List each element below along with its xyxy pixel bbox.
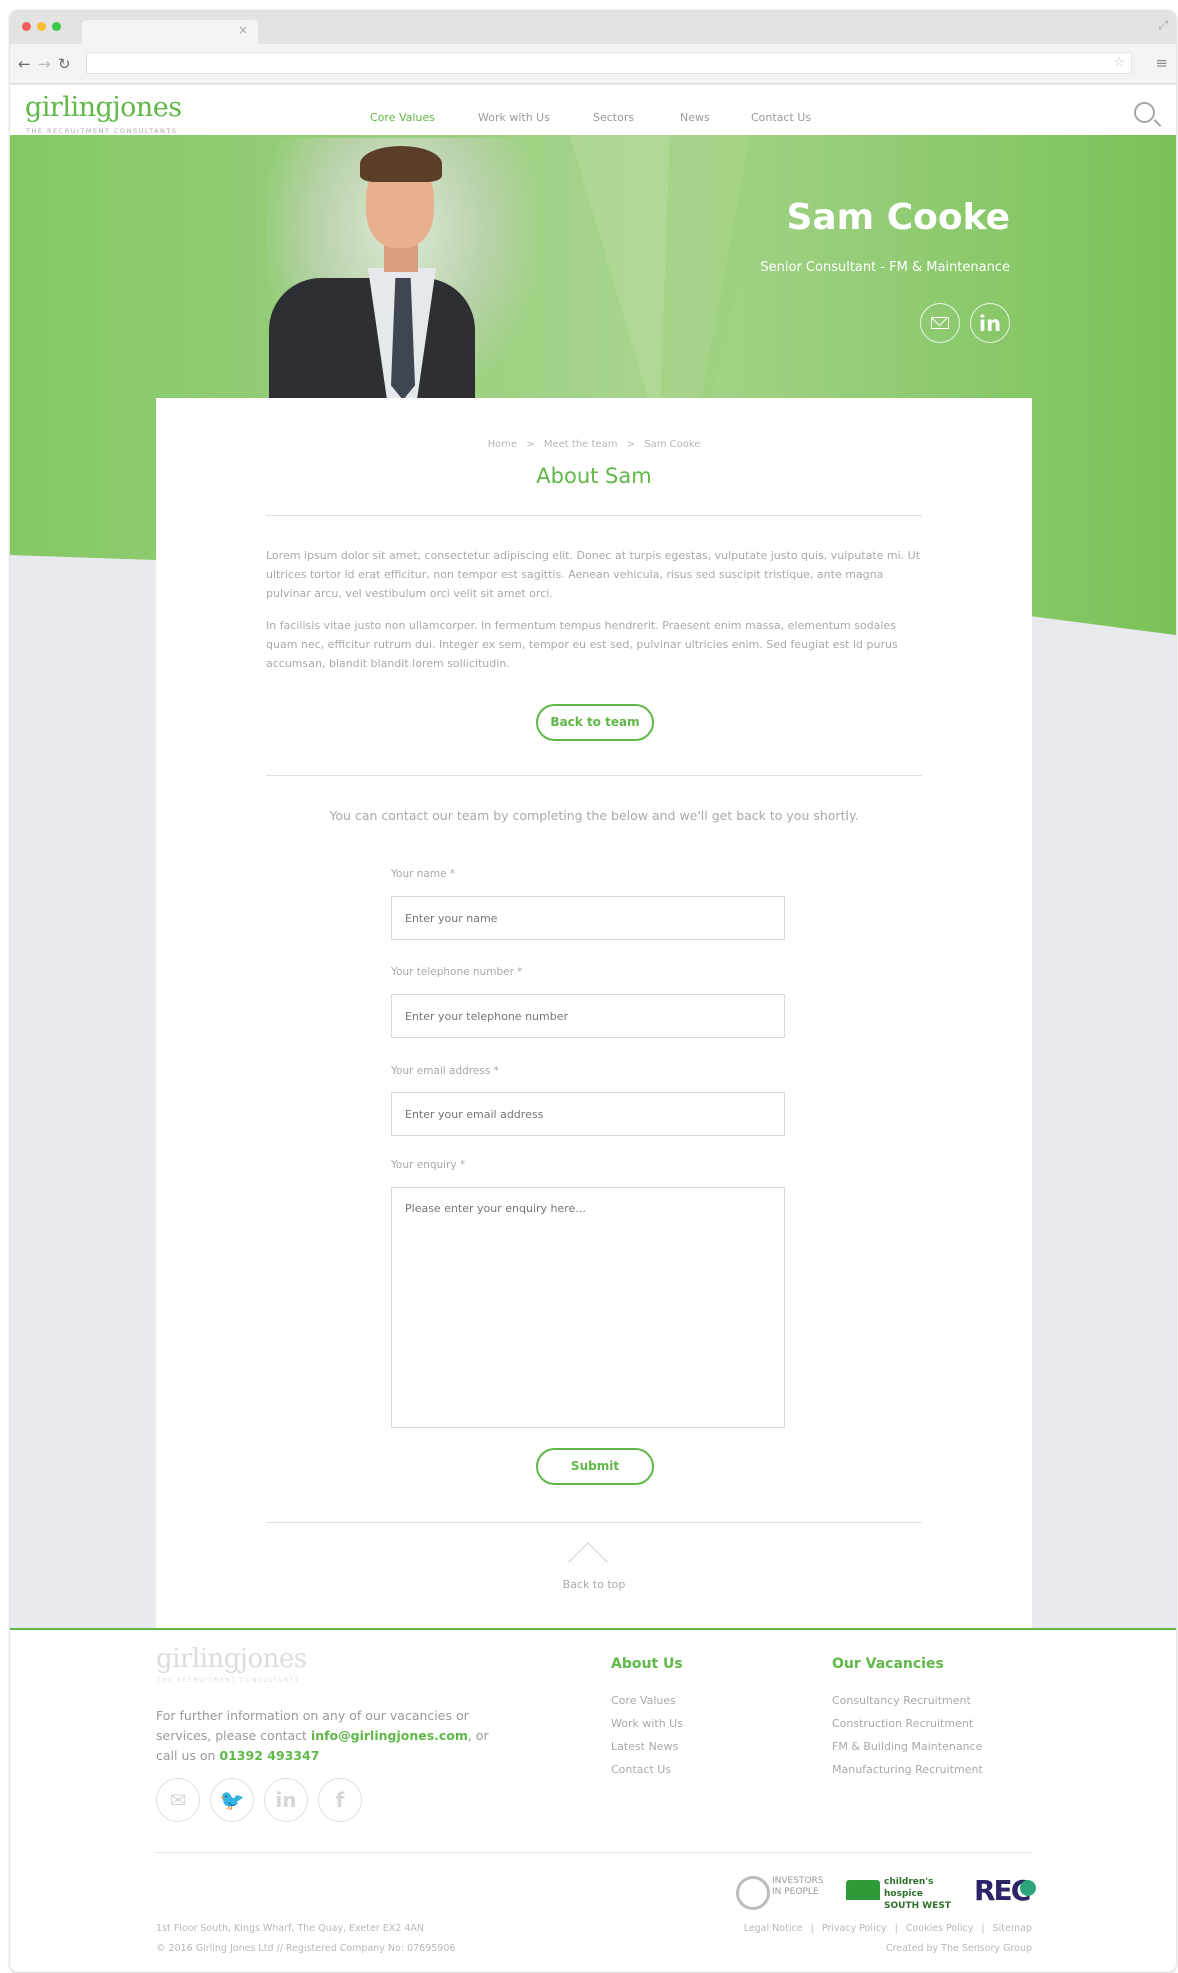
breadcrumb-meet-the-team[interactable]: Meet the team: [544, 439, 618, 450]
search-icon[interactable]: [1134, 102, 1155, 123]
nav-news[interactable]: News: [680, 111, 710, 124]
back-arrow-icon[interactable]: ←: [18, 55, 31, 73]
breadcrumb-current: Sam Cooke: [644, 439, 701, 450]
browser-menu-icon[interactable]: ≡: [1155, 54, 1168, 72]
linkedin-icon: in: [978, 312, 1002, 336]
enquiry-textarea[interactable]: [391, 1187, 785, 1428]
consultant-name: Sam Cooke: [786, 197, 1010, 238]
cookies-policy-link[interactable]: Cookies Policy: [906, 1923, 974, 1934]
site-logo[interactable]: girlingjones: [25, 92, 182, 123]
footer-link-fm-building[interactable]: FM & Building Maintenance: [832, 1740, 982, 1753]
site-footer: girlingjones THE RECRUITMENT CONSULTANTS…: [10, 1628, 1176, 1972]
legal-separator: |: [810, 1923, 814, 1934]
privacy-policy-link[interactable]: Privacy Policy: [822, 1923, 887, 1934]
breadcrumb-separator: >: [626, 439, 636, 450]
legal-notice-link[interactable]: Legal Notice: [744, 1923, 803, 1934]
footer-facebook-icon[interactable]: f: [318, 1778, 362, 1822]
footer-link-consultancy[interactable]: Consultancy Recruitment: [832, 1694, 971, 1707]
browser-tab-strip: × ⤢: [10, 10, 1176, 44]
telephone-input[interactable]: [391, 994, 785, 1038]
close-tab-icon[interactable]: ×: [238, 23, 248, 37]
photo-suit: [269, 278, 475, 400]
email-label: Your email address *: [391, 1065, 499, 1077]
breadcrumb: Home > Meet the team > Sam Cooke: [156, 439, 1032, 450]
profile-photo: [266, 138, 536, 400]
footer-logo[interactable]: girlingjones: [156, 1644, 307, 1674]
envelope-icon: [931, 317, 949, 329]
footer-link-latest-news[interactable]: Latest News: [611, 1740, 678, 1753]
email-input[interactable]: [391, 1092, 785, 1136]
about-title: About Sam: [536, 464, 652, 488]
footer-divider: [156, 1852, 1032, 1853]
hospice-line-2: SOUTH WEST: [884, 1901, 951, 1911]
reload-icon[interactable]: ↻: [58, 55, 71, 73]
footer-legal-links: Legal Notice | Privacy Policy | Cookies …: [744, 1923, 1032, 1934]
back-to-top-link[interactable]: Back to top: [156, 1578, 1032, 1591]
bio-paragraph: In facilisis vitae justo non ullamcorper…: [266, 619, 898, 670]
footer-twitter-icon[interactable]: 🐦: [210, 1778, 254, 1822]
telephone-label: Your telephone number *: [391, 966, 523, 978]
enquiry-label: Your enquiry *: [391, 1159, 466, 1171]
photo-hair: [360, 146, 442, 182]
email-consultant-button[interactable]: [920, 303, 960, 343]
footer-link-construction[interactable]: Construction Recruitment: [832, 1717, 973, 1730]
nav-sectors[interactable]: Sectors: [593, 111, 634, 124]
hospice-line-1: children's hospice: [884, 1877, 934, 1899]
footer-link-contact-us[interactable]: Contact Us: [611, 1763, 671, 1776]
divider: [266, 515, 922, 516]
footer-about-heading: About Us: [611, 1656, 683, 1672]
nav-work-with-us[interactable]: Work with Us: [478, 111, 550, 124]
bio-paragraph: Lorem ipsum dolor sit amet, consectetur …: [266, 549, 921, 600]
bookmark-star-icon[interactable]: ☆: [1113, 55, 1125, 70]
browser-tab[interactable]: ×: [82, 20, 258, 44]
footer-logo-tagline: THE RECRUITMENT CONSULTANTS: [157, 1677, 300, 1684]
photo-tie: [391, 278, 415, 400]
footer-address: 1st Floor South, Kings Wharf, The Quay, …: [156, 1923, 425, 1934]
breadcrumb-separator: >: [526, 439, 535, 450]
logo-tagline: THE RECRUITMENT CONSULTANTS: [26, 127, 178, 135]
fullscreen-icon[interactable]: ⤢: [1158, 18, 1168, 33]
nav-core-values[interactable]: Core Values: [370, 111, 435, 124]
profile-card: Home > Meet the team > Sam Cooke About S…: [156, 398, 1032, 1628]
divider: [266, 1522, 922, 1523]
submit-button[interactable]: Submit: [536, 1448, 654, 1485]
investors-line-1: INVESTORS: [772, 1876, 824, 1886]
close-window-dot[interactable]: [22, 22, 31, 31]
divider: [266, 775, 922, 776]
footer-email-icon[interactable]: ✉: [156, 1778, 200, 1822]
investors-in-people-badge: INVESTORS IN PEOPLE: [736, 1876, 824, 1910]
footer-link-core-values[interactable]: Core Values: [611, 1694, 676, 1707]
footer-phone-link[interactable]: 01392 493347: [219, 1748, 319, 1763]
footer-linkedin-icon[interactable]: in: [264, 1778, 308, 1822]
footer-email-link[interactable]: info@girlingjones.com: [311, 1728, 468, 1743]
chevron-up-icon[interactable]: [568, 1542, 608, 1582]
footer-credit[interactable]: Created by The Sensory Group: [886, 1943, 1032, 1954]
childrens-hospice-badge: children's hospice SOUTH WEST: [846, 1876, 954, 1911]
breadcrumb-home[interactable]: Home: [488, 439, 518, 450]
rec-badge-dot: [1020, 1880, 1036, 1896]
contact-intro: You can contact our team by completing t…: [329, 808, 859, 823]
footer-copyright: © 2016 Girling Jones Ltd // Registered C…: [156, 1943, 456, 1954]
investors-line-2: IN PEOPLE: [772, 1887, 819, 1897]
sitemap-link[interactable]: Sitemap: [993, 1923, 1032, 1934]
legal-separator: |: [981, 1923, 985, 1934]
address-bar[interactable]: ☆: [86, 52, 1132, 74]
name-label: Your name *: [391, 868, 456, 880]
forward-arrow-icon[interactable]: →: [38, 55, 51, 73]
consultant-role: Senior Consultant - FM & Maintenance: [760, 260, 1010, 275]
back-to-team-button[interactable]: Back to team: [536, 704, 654, 741]
footer-vacancies-heading: Our Vacancies: [832, 1656, 944, 1672]
footer-link-manufacturing[interactable]: Manufacturing Recruitment: [832, 1763, 983, 1776]
nav-contact-us[interactable]: Contact Us: [751, 111, 811, 124]
photo-neck: [384, 244, 418, 272]
footer-contact-text: For further information on any of our va…: [156, 1706, 492, 1766]
linkedin-consultant-button[interactable]: in: [970, 303, 1010, 343]
browser-toolbar: ← → ↻ ☆ ≡: [10, 44, 1176, 84]
minimize-window-dot[interactable]: [37, 22, 46, 31]
browser-window: × ⤢ ← → ↻ ☆ ≡ girlingjones THE RECRUITME…: [10, 10, 1176, 1972]
name-input[interactable]: [391, 896, 785, 940]
maximize-window-dot[interactable]: [52, 22, 61, 31]
footer-link-work-with-us[interactable]: Work with Us: [611, 1717, 683, 1730]
legal-separator: |: [894, 1923, 898, 1934]
